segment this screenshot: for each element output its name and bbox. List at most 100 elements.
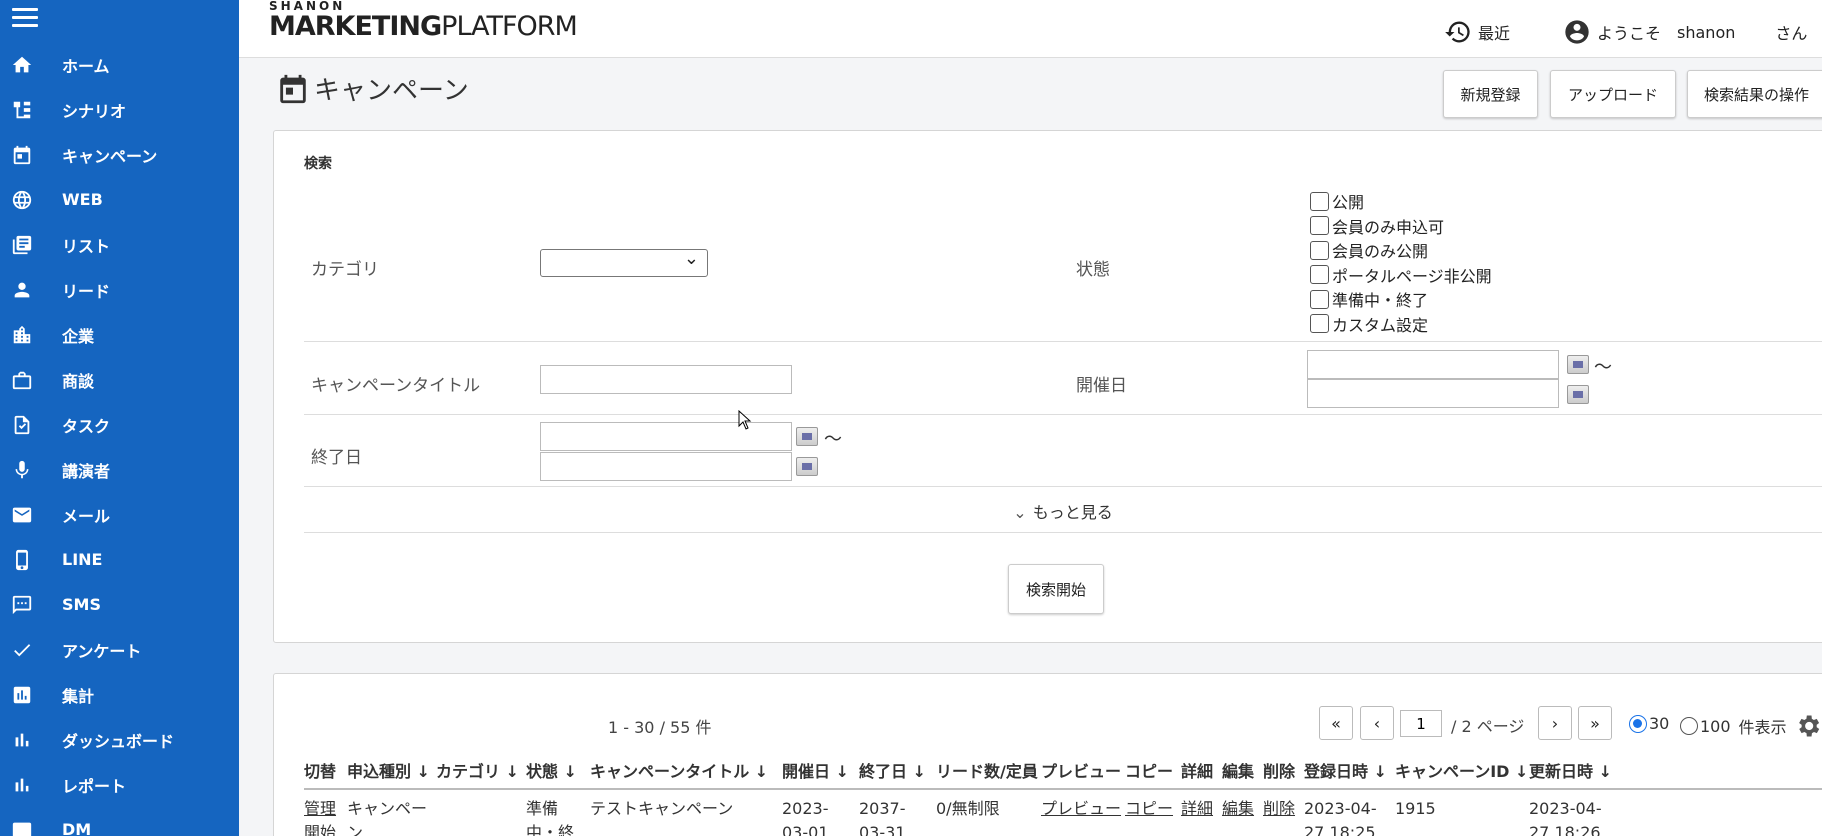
status-checkbox[interactable]: 会員のみ公開 [1310, 238, 1492, 263]
per-page-100-radio[interactable]: 100 件表示 [1680, 714, 1787, 738]
show-more-link[interactable]: ⌄ もっと見る [274, 499, 1822, 523]
sidebar-item-label: DM [62, 820, 92, 836]
status-checkbox[interactable]: 公開 [1310, 189, 1492, 214]
sidebar-item-label: 商談 [62, 371, 95, 391]
menu-icon[interactable] [12, 8, 38, 28]
briefcase-icon [10, 368, 34, 392]
column-header[interactable]: カテゴリ ↓ [436, 758, 519, 782]
upload-button[interactable]: アップロード [1550, 70, 1676, 118]
logo[interactable]: SHANON MARKETINGPLATFORM [269, 0, 578, 42]
column-header[interactable]: 終了日 ↓ [859, 758, 926, 782]
sidebar-item-label: 講演者 [62, 461, 111, 481]
mic-icon [10, 458, 34, 482]
sidebar-item[interactable]: タスク [0, 402, 239, 447]
person-icon [10, 278, 34, 302]
sidebar-item[interactable]: 企業 [0, 312, 239, 357]
campaign-title-input[interactable] [540, 365, 792, 394]
date-to-input[interactable] [1307, 379, 1559, 408]
cell-preview[interactable]: プレビュー [1041, 797, 1121, 821]
column-header[interactable]: 開催日 ↓ [782, 758, 849, 782]
column-header[interactable]: 申込種別 ↓ [347, 758, 430, 782]
cell-leads: 0/無制限 [936, 799, 1000, 818]
search-results-ops-button[interactable]: 検索結果の操作 [1687, 70, 1822, 118]
sidebar-item[interactable]: メール [0, 492, 239, 537]
end-date-tilde: 〜 [824, 429, 842, 450]
sidebar-item[interactable]: リード [0, 267, 239, 312]
column-header[interactable]: 詳細 [1181, 758, 1213, 782]
first-page-button[interactable]: « [1319, 706, 1353, 740]
sidebar-item[interactable]: 集計 [0, 672, 239, 717]
page-number-input[interactable] [1400, 710, 1442, 737]
status-checkbox[interactable]: 会員のみ申込可 [1310, 214, 1492, 239]
user-menu[interactable]: ようこそ shanon さん [1563, 18, 1807, 46]
column-header[interactable]: コピー [1125, 758, 1173, 782]
end-date-from-input[interactable] [540, 422, 792, 451]
sidebar-nav: ホーム シナリオ キャンペーン WEB リスト リード 企業商談タスク講演者メール LINE S… [0, 42, 239, 836]
date-from-calendar-icon[interactable] [1567, 355, 1589, 374]
category-label: カテゴリ [311, 260, 379, 280]
column-header[interactable]: リード数/定員 [936, 758, 1038, 782]
cell-copy[interactable]: コピー [1125, 797, 1173, 821]
cell-delete[interactable]: 削除 [1263, 797, 1295, 821]
next-page-button[interactable]: › [1538, 706, 1572, 740]
checkbox-icon [1310, 289, 1329, 309]
sidebar-item[interactable]: LINE [0, 537, 239, 582]
column-header[interactable]: 編集 [1222, 758, 1254, 782]
last-page-button[interactable]: » [1578, 706, 1612, 740]
date-from-input[interactable] [1307, 350, 1559, 379]
column-header[interactable]: 切替 [304, 758, 336, 782]
sidebar-item[interactable]: ダッシュボード [0, 717, 239, 762]
column-header[interactable]: 登録日時 ↓ [1304, 758, 1387, 782]
cell-toggle[interactable]: 管理 開始 [304, 797, 336, 836]
cell-id: 1915 [1395, 799, 1436, 818]
status-checkbox[interactable]: ポータルページ非公開 [1310, 263, 1492, 288]
sidebar-item[interactable]: 講演者 [0, 447, 239, 492]
cell-edit[interactable]: 編集 [1222, 797, 1254, 821]
checkbox-icon [1310, 191, 1329, 211]
category-select[interactable] [540, 248, 708, 277]
column-header[interactable]: キャンペーンタイトル ↓ [590, 758, 768, 782]
column-header[interactable]: キャンペーンID ↓ [1395, 758, 1528, 782]
report-icon [10, 773, 34, 797]
status-checkbox[interactable]: 準備中・終了 [1310, 287, 1492, 312]
cell-status: 準備 中・終 [526, 799, 575, 836]
column-header[interactable]: 削除 [1263, 758, 1295, 782]
sidebar-item[interactable]: リスト [0, 222, 239, 267]
sidebar-item[interactable]: シナリオ [0, 87, 239, 132]
new-button[interactable]: 新規登録 [1443, 70, 1538, 118]
end-date-from-calendar-icon[interactable] [796, 427, 818, 446]
sidebar-item[interactable]: 商談 [0, 357, 239, 402]
column-header[interactable]: 更新日時 ↓ [1529, 758, 1612, 782]
recent-button[interactable]: 最近 [1444, 18, 1510, 46]
column-header[interactable]: 状態 ↓ [526, 758, 577, 782]
end-date-to-input[interactable] [540, 452, 792, 481]
results-panel: 1 - 30 / 55 件 « ‹ / 2 ページ › » 30 100 件表示… [273, 673, 1822, 836]
radio-icon [1680, 717, 1698, 735]
gear-icon[interactable] [1794, 712, 1822, 740]
check-icon [10, 638, 34, 662]
sidebar-item[interactable]: WEB [0, 177, 239, 222]
status-checkbox[interactable]: カスタム設定 [1310, 312, 1492, 337]
date-to-calendar-icon[interactable] [1567, 385, 1589, 404]
task-icon [10, 413, 34, 437]
chevron-down-icon: ⌄ [1013, 503, 1027, 522]
per-page-30-radio[interactable]: 30 [1629, 714, 1669, 733]
sidebar-item[interactable]: キャンペーン [0, 132, 239, 177]
sidebar-item[interactable]: DM [0, 807, 239, 836]
end-date-to-calendar-icon[interactable] [796, 457, 818, 476]
sidebar-item[interactable]: SMS [0, 582, 239, 627]
sidebar-item[interactable]: レポート [0, 762, 239, 807]
sidebar-item[interactable]: ホーム [0, 42, 239, 87]
mouse-cursor-icon [738, 410, 752, 430]
user-suffix: さん [1775, 24, 1808, 43]
cell-title: テストキャンペーン [590, 799, 734, 818]
sidebar-item[interactable]: アンケート [0, 627, 239, 672]
status-checkboxes: 公開 会員のみ申込可 会員のみ公開 ポータルページ非公開 準備中・終了 カスタム設定 [1310, 189, 1492, 336]
column-header[interactable]: プレビュー [1041, 758, 1121, 782]
search-submit-button[interactable]: 検索開始 [1008, 564, 1104, 614]
per-page-suffix: 件表示 [1738, 718, 1787, 737]
prev-page-button[interactable]: ‹ [1360, 706, 1394, 740]
cell-end: 2037- 03-31 [859, 799, 906, 836]
cell-detail[interactable]: 詳細 [1181, 797, 1213, 821]
scenario-icon [10, 98, 34, 122]
